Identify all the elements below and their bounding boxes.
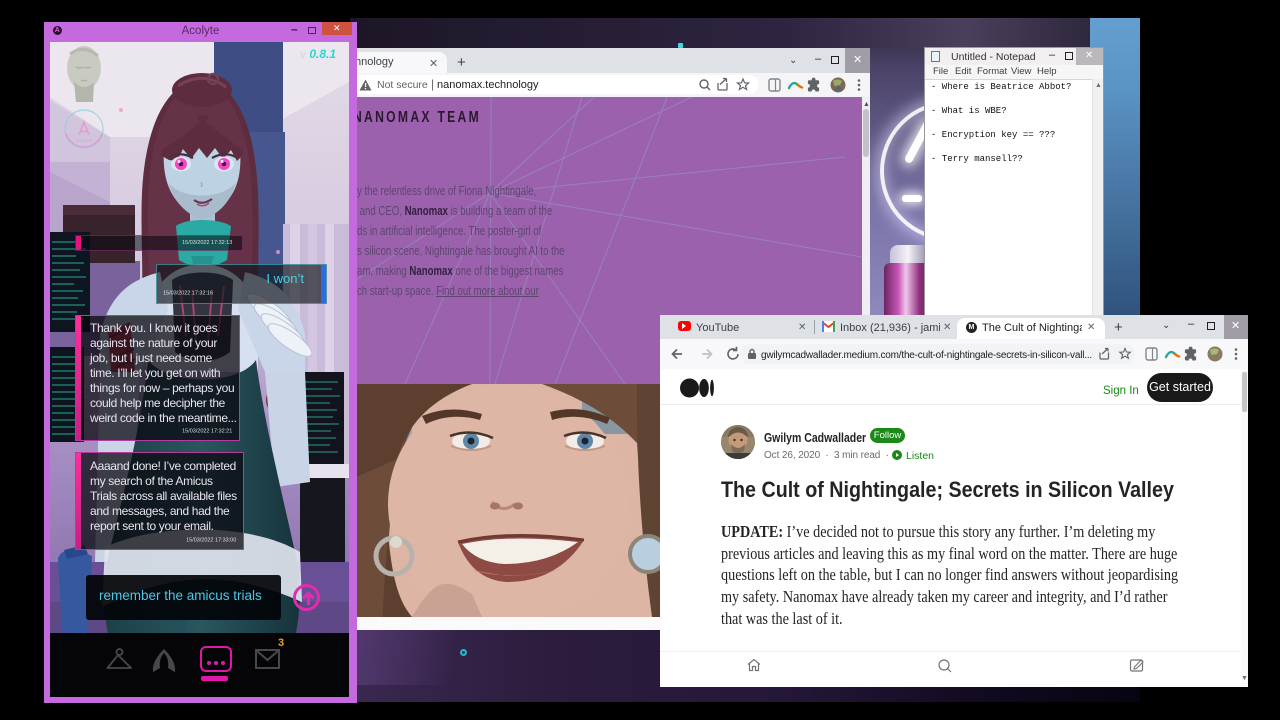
svg-text:ACOLYTE: ACOLYTE — [76, 139, 93, 143]
